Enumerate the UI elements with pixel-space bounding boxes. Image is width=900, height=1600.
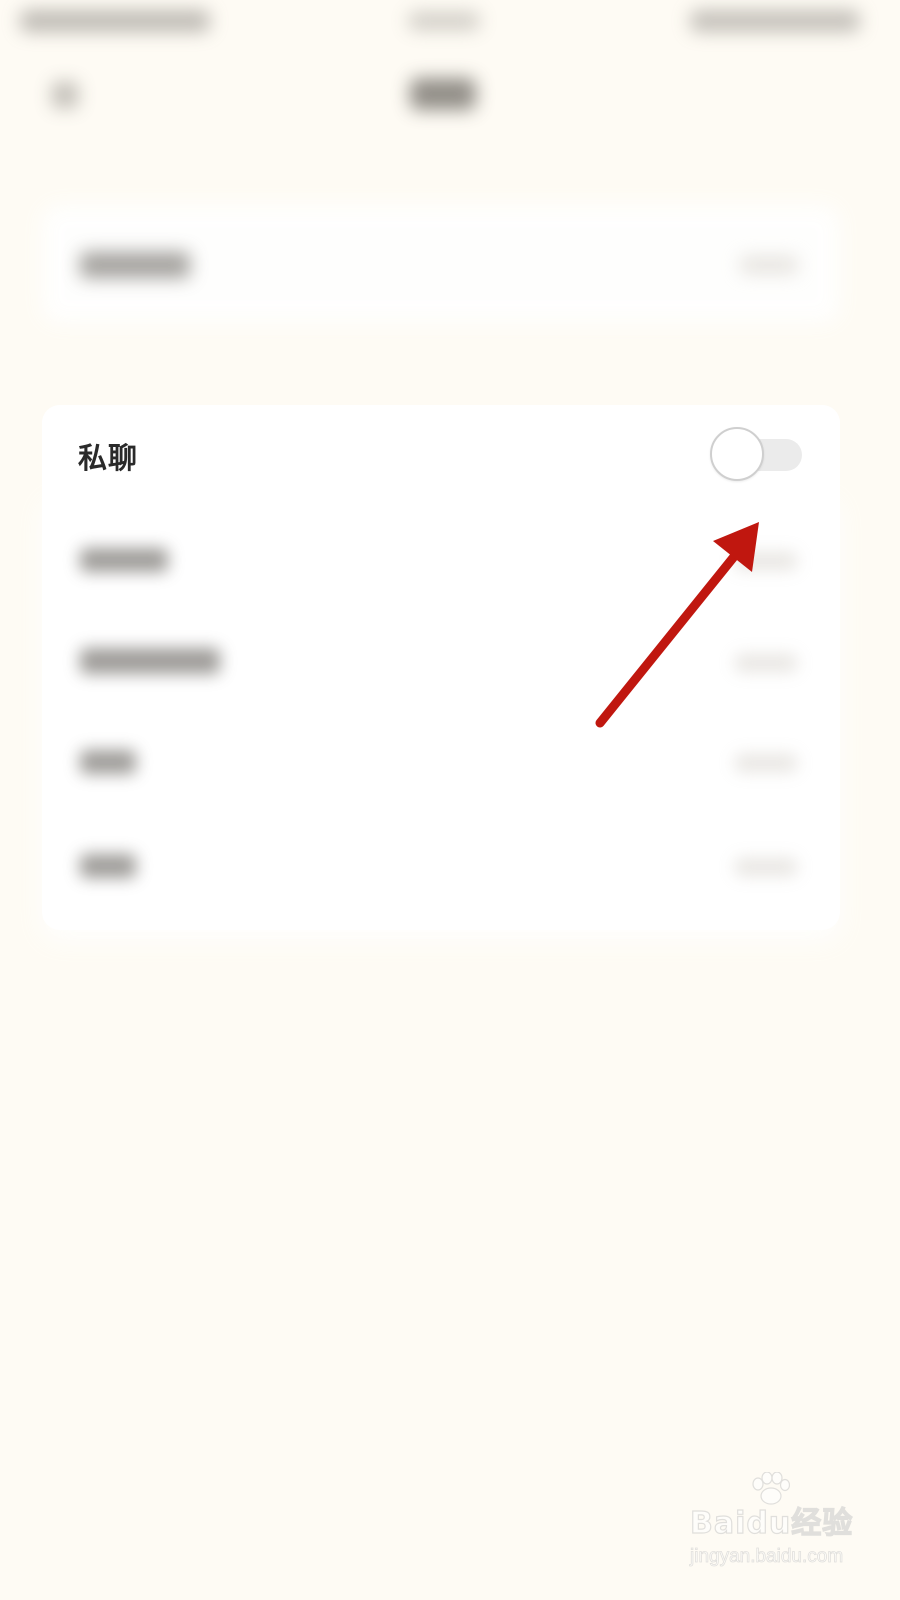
baidu-jingyan-watermark: Baidu经验 jingyan.baidu.com (689, 1472, 880, 1578)
settings-row-3-label-blurred (80, 648, 220, 674)
watermark-brand: Baidu经验 (689, 1505, 854, 1541)
settings-row-3-action-blurred[interactable] (735, 654, 797, 672)
settings-row-5-label-blurred (80, 854, 136, 878)
page-title-blurred (410, 78, 476, 110)
settings-row-2-label-blurred (80, 548, 168, 572)
private-chat-row: 私聊 (42, 405, 840, 505)
status-bar (0, 0, 900, 50)
top-card-label-blurred (80, 252, 190, 278)
status-bar-right-blurred (690, 10, 860, 32)
watermark-url: jingyan.baidu.com (690, 1546, 844, 1568)
status-bar-center-blurred (408, 12, 480, 30)
status-bar-left-blurred (20, 10, 210, 32)
navigation-bar (0, 50, 900, 140)
back-arrow-icon[interactable] (52, 82, 78, 108)
private-chat-label: 私聊 (78, 441, 139, 475)
settings-row-2-action-blurred[interactable] (735, 552, 797, 570)
top-card-action-blurred[interactable] (740, 256, 798, 274)
toggle-knob (710, 427, 764, 481)
settings-row-5-action-blurred[interactable] (735, 858, 797, 876)
settings-row-4-label-blurred (80, 750, 136, 774)
settings-row-4-action-blurred[interactable] (735, 754, 797, 772)
private-chat-toggle[interactable] (710, 427, 804, 483)
